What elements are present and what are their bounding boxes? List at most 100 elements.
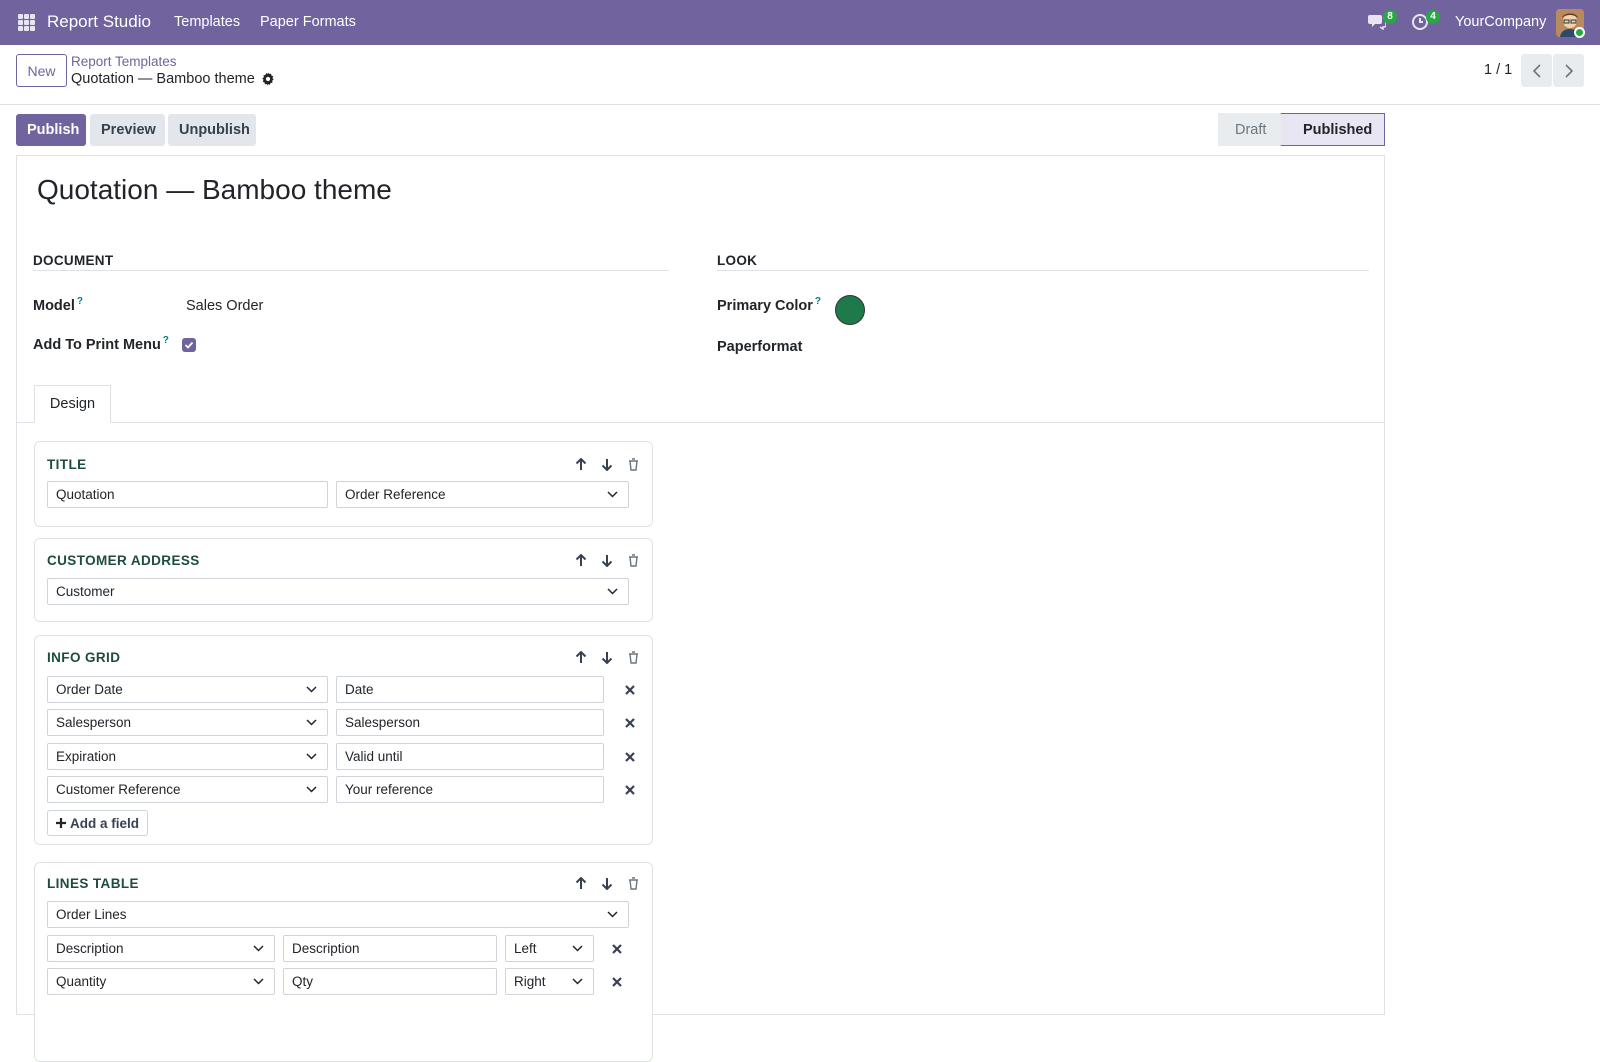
chevron-down-icon <box>607 588 618 595</box>
move-up-icon[interactable] <box>574 457 588 471</box>
record-title[interactable]: Quotation — Bamboo theme <box>37 174 392 206</box>
lines-source-value: Order Lines <box>56 907 127 922</box>
group-divider <box>717 270 1369 271</box>
chevron-down-icon <box>253 945 264 952</box>
info-row-field-select[interactable]: Salesperson <box>47 709 328 736</box>
column-label-input[interactable]: Description <box>283 935 497 962</box>
column-align-value: Right <box>514 974 546 989</box>
column-field-value: Description <box>56 941 124 956</box>
move-down-icon[interactable] <box>600 553 614 567</box>
print-menu-checkbox[interactable] <box>182 338 196 352</box>
customer-address-select-value: Customer <box>56 584 115 599</box>
info-row-field-select[interactable]: Expiration <box>47 743 328 770</box>
tab-design[interactable]: Design <box>34 385 111 423</box>
remove-row-icon[interactable] <box>624 784 636 796</box>
help-tooltip-icon[interactable]: ? <box>815 296 821 307</box>
new-button[interactable]: New <box>16 54 67 87</box>
info-grid-block: INFO GRID Order Date Date Salesperson Sa… <box>34 635 653 845</box>
trash-icon[interactable] <box>626 650 640 664</box>
remove-row-icon[interactable] <box>624 751 636 763</box>
apps-menu-icon[interactable] <box>18 14 35 31</box>
pager-value[interactable]: 1 / 1 <box>1484 62 1512 78</box>
lines-source-select[interactable]: Order Lines <box>47 901 629 928</box>
move-up-icon[interactable] <box>574 553 588 567</box>
column-field-select[interactable]: Quantity <box>47 968 275 995</box>
info-row-field-value: Salesperson <box>56 715 132 730</box>
remove-row-icon[interactable] <box>624 684 636 696</box>
block-heading: LINES TABLE <box>47 876 139 891</box>
title-field-select-value: Order Reference <box>345 487 446 502</box>
column-align-select[interactable]: Left <box>505 935 594 962</box>
remove-row-icon[interactable] <box>624 717 636 729</box>
primary-color-label: Primary Color? <box>717 296 821 314</box>
column-label-input[interactable]: Qty <box>283 968 497 995</box>
move-down-icon[interactable] <box>600 876 614 890</box>
column-align-select[interactable]: Right <box>505 968 594 995</box>
block-heading: TITLE <box>47 457 87 472</box>
preview-button[interactable]: Preview <box>90 114 165 146</box>
remove-column-icon[interactable] <box>611 943 623 955</box>
pager-next-button[interactable] <box>1553 54 1584 87</box>
title-field-select[interactable]: Order Reference <box>336 481 629 508</box>
column-field-select[interactable]: Description <box>47 935 275 962</box>
primary-color-swatch[interactable] <box>835 295 865 325</box>
title-block: TITLE Quotation Order Reference <box>34 441 653 527</box>
chevron-down-icon <box>306 786 317 793</box>
move-up-icon[interactable] <box>574 650 588 664</box>
menu-templates[interactable]: Templates <box>174 14 240 30</box>
title-text-input[interactable]: Quotation <box>47 481 328 508</box>
chevron-down-icon <box>572 945 583 952</box>
stage-published[interactable]: Published <box>1281 113 1385 146</box>
unpublish-button[interactable]: Unpublish <box>168 114 256 146</box>
block-tools <box>574 876 640 890</box>
app-name[interactable]: Report Studio <box>47 12 151 32</box>
pager-previous-button[interactable] <box>1521 54 1552 87</box>
info-row-label-input[interactable]: Salesperson <box>336 709 604 736</box>
trash-icon[interactable] <box>626 876 640 890</box>
block-tools <box>574 553 640 567</box>
info-row-field-select[interactable]: Order Date <box>47 676 328 703</box>
help-tooltip-icon[interactable]: ? <box>163 335 169 346</box>
menu-paper-formats[interactable]: Paper Formats <box>260 14 356 30</box>
move-up-icon[interactable] <box>574 876 588 890</box>
top-navbar: Report Studio Templates Paper Formats 8 … <box>0 0 1600 45</box>
stage-draft[interactable]: Draft <box>1218 113 1288 146</box>
company-switcher[interactable]: YourCompany <box>1455 14 1546 30</box>
messages-count-badge: 8 <box>1383 10 1397 24</box>
activities-button[interactable]: 4 <box>1411 10 1440 33</box>
group-title-look: LOOK <box>717 253 758 268</box>
move-down-icon[interactable] <box>600 650 614 664</box>
block-heading: INFO GRID <box>47 650 121 665</box>
chevron-right-icon <box>1564 63 1573 78</box>
add-field-button[interactable]: Add a field <box>47 810 149 836</box>
chevron-down-icon <box>306 753 317 760</box>
breadcrumb-current-record: Quotation — Bamboo theme <box>71 71 255 87</box>
info-row-label-input[interactable]: Valid until <box>336 743 604 770</box>
info-row-label-input[interactable]: Date <box>336 676 604 703</box>
block-heading: CUSTOMER ADDRESS <box>47 553 200 568</box>
activities-count-badge: 4 <box>1426 10 1440 24</box>
info-row-field-value: Expiration <box>56 749 117 764</box>
info-row-label-input[interactable]: Your reference <box>336 776 604 803</box>
publish-button[interactable]: Publish <box>16 114 86 146</box>
model-label-text: Model <box>33 297 75 314</box>
remove-column-icon[interactable] <box>611 976 623 988</box>
form-sheet: Quotation — Bamboo theme DOCUMENT LOOK M… <box>16 155 1385 1062</box>
group-divider <box>33 270 669 271</box>
chevron-down-icon <box>253 978 264 985</box>
tabs-divider <box>17 422 1384 423</box>
info-row-field-select[interactable]: Customer Reference <box>47 776 328 803</box>
trash-icon[interactable] <box>626 553 640 567</box>
model-value: Sales Order <box>186 298 264 314</box>
move-down-icon[interactable] <box>600 457 614 471</box>
paperformat-label: Paperformat <box>717 339 803 355</box>
trash-icon[interactable] <box>626 457 640 471</box>
model-label: Model? <box>33 296 83 314</box>
customer-address-select[interactable]: Customer <box>47 578 629 605</box>
chevron-left-icon <box>1532 63 1541 78</box>
gear-icon[interactable] <box>261 72 275 86</box>
breadcrumb-report-templates[interactable]: Report Templates <box>71 54 177 69</box>
messages-button[interactable]: 8 <box>1368 10 1397 33</box>
print-menu-label: Add To Print Menu? <box>33 335 169 353</box>
help-tooltip-icon[interactable]: ? <box>77 296 83 307</box>
